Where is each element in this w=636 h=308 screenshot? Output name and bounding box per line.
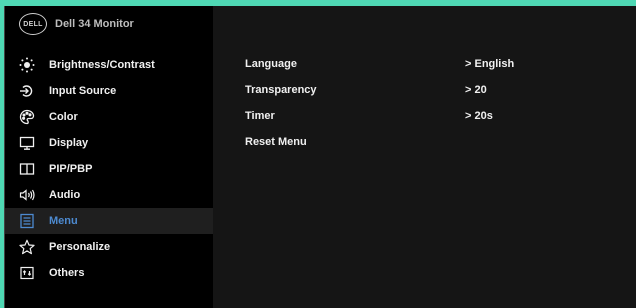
sidebar: DELL Dell 34 Monitor Brightness/Contrast… <box>5 6 213 308</box>
input-source-icon <box>19 83 35 99</box>
sidebar-item-pip-pbp[interactable]: PIP/PBP <box>5 156 213 182</box>
sidebar-item-label: Input Source <box>49 85 117 97</box>
sidebar-item-label: Personalize <box>49 241 111 253</box>
display-icon <box>19 135 35 151</box>
osd-header: DELL Dell 34 Monitor <box>5 6 213 42</box>
sidebar-item-label: Color <box>49 111 78 123</box>
setting-row-language[interactable]: Language > English <box>245 58 605 74</box>
pip-pbp-icon <box>19 161 35 177</box>
menu-icon <box>19 213 35 229</box>
star-icon <box>19 239 35 255</box>
sidebar-item-others[interactable]: Others <box>5 260 213 286</box>
brightness-icon <box>19 57 35 73</box>
setting-row-transparency[interactable]: Transparency > 20 <box>245 84 605 100</box>
sidebar-item-audio[interactable]: Audio <box>5 182 213 208</box>
sidebar-item-color[interactable]: Color <box>5 104 213 130</box>
sidebar-item-label: Others <box>49 267 85 279</box>
menu-settings-panel: Language > English Transparency > 20 Tim… <box>213 6 636 308</box>
sidebar-item-display[interactable]: Display <box>5 130 213 156</box>
setting-label: Reset Menu <box>245 136 307 148</box>
others-icon <box>19 265 35 281</box>
sidebar-item-label: Audio <box>49 189 81 201</box>
speaker-icon <box>19 187 35 203</box>
sidebar-item-label: PIP/PBP <box>49 163 93 175</box>
sidebar-item-personalize[interactable]: Personalize <box>5 234 213 260</box>
setting-value: > 20s <box>465 110 493 122</box>
setting-label: Language <box>245 58 297 70</box>
sidebar-menu: Brightness/Contrast Input Source Color D… <box>5 52 213 286</box>
sidebar-item-label: Menu <box>49 215 78 227</box>
monitor-title: Dell 34 Monitor <box>55 18 134 30</box>
color-palette-icon <box>19 109 35 125</box>
setting-row-timer[interactable]: Timer > 20s <box>245 110 605 126</box>
setting-value: > 20 <box>465 84 487 96</box>
sidebar-item-menu[interactable]: Menu <box>5 208 213 234</box>
sidebar-item-input-source[interactable]: Input Source <box>5 78 213 104</box>
setting-label: Transparency <box>245 84 317 96</box>
setting-value: > English <box>465 58 515 70</box>
sidebar-item-brightness-contrast[interactable]: Brightness/Contrast <box>5 52 213 78</box>
sidebar-item-label: Display <box>49 137 89 149</box>
osd-window: DELL Dell 34 Monitor Brightness/Contrast… <box>4 6 636 308</box>
sidebar-item-label: Brightness/Contrast <box>49 59 155 71</box>
dell-logo: DELL <box>19 13 47 35</box>
setting-row-reset-menu[interactable]: Reset Menu <box>245 136 605 152</box>
setting-label: Timer <box>245 110 275 122</box>
